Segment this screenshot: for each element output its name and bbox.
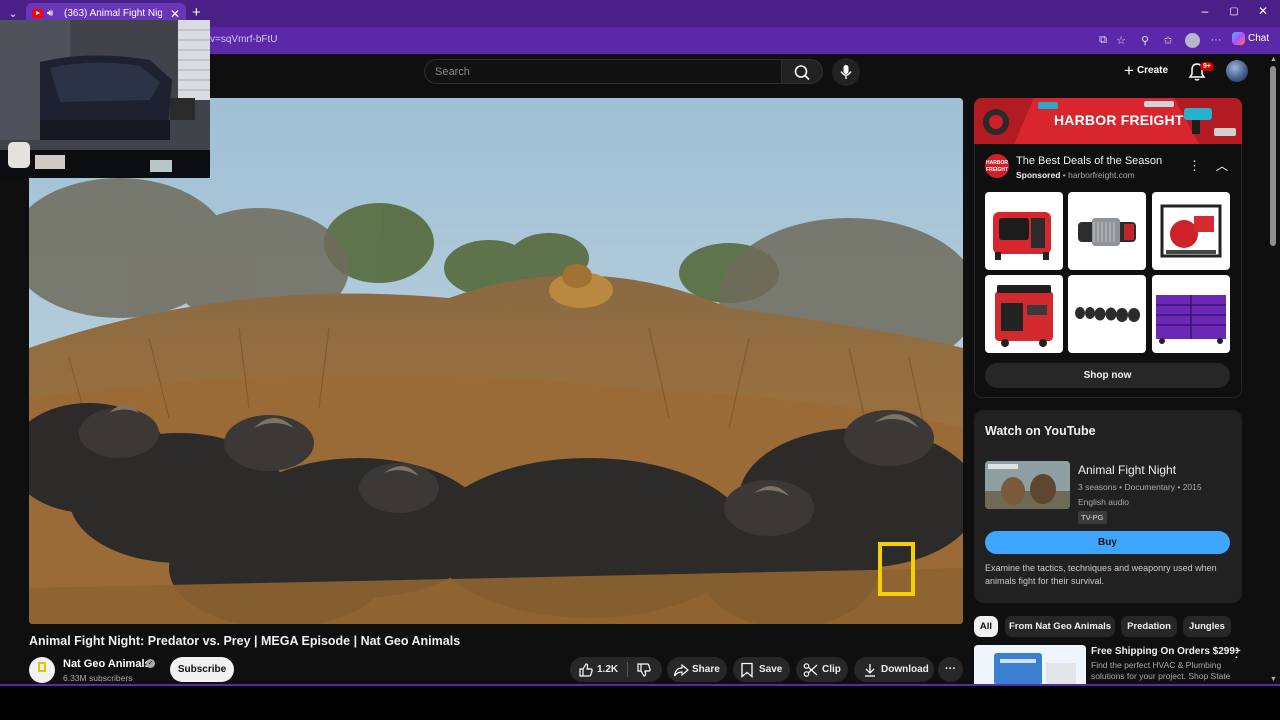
more-actions-button[interactable]: ···	[938, 657, 963, 682]
ad2-title[interactable]: Free Shipping On Orders $299+	[1091, 646, 1241, 657]
advertiser-logo[interactable]: HARBOR FREIGHT	[985, 154, 1009, 178]
product-generator-red[interactable]	[985, 192, 1063, 270]
verified-check-icon: ✓	[146, 659, 155, 668]
chip-from-nat-geo-animals[interactable]: From Nat Geo Animals	[1005, 616, 1115, 637]
shop-now-button[interactable]: Shop now	[985, 363, 1230, 388]
water-pump-icon	[1160, 204, 1222, 258]
copilot-icon	[1232, 32, 1245, 45]
share-label: Share	[692, 664, 720, 675]
sponsored-label: Sponsored	[1016, 170, 1061, 180]
product-socket-set[interactable]	[1068, 275, 1146, 353]
download-button[interactable]: Download	[854, 657, 934, 682]
copilot-chat-button[interactable]: Chat	[1232, 32, 1269, 45]
minimize-button[interactable]: –	[1195, 4, 1215, 18]
download-icon	[865, 664, 875, 677]
like-dislike-pill: 1.2K	[570, 657, 662, 682]
bookmark-icon	[741, 662, 753, 678]
content-rating-badge: TV-PG	[1078, 511, 1107, 524]
show-title[interactable]: Animal Fight Night	[1078, 463, 1176, 477]
youtube-favicon-icon	[32, 9, 43, 18]
save-label: Save	[759, 664, 783, 675]
winch-icon	[1078, 218, 1136, 246]
thumbs-up-icon	[579, 663, 593, 677]
chat-label: Chat	[1248, 33, 1270, 45]
webcam-overlay	[0, 20, 210, 178]
ad-banner-image[interactable]: HARBOR FREIGHT	[974, 98, 1242, 144]
hvac-product-image	[974, 645, 1086, 685]
chip-jungles[interactable]: Jungles	[1183, 616, 1231, 637]
product-inverter-generator[interactable]	[985, 275, 1063, 353]
create-label: Create	[1136, 65, 1169, 76]
ad-domain: harborfreight.com	[1068, 170, 1135, 180]
microphone-icon	[840, 65, 852, 79]
ad-more-options-icon[interactable]: ⋮	[1188, 158, 1201, 174]
scroll-up-arrow-icon[interactable]: ▲	[1270, 56, 1277, 63]
chip-predation[interactable]: Predation	[1121, 616, 1177, 637]
chevron-up-icon[interactable]: ︿	[1216, 157, 1228, 174]
restore-button[interactable]: ▢	[1224, 6, 1244, 17]
account-avatar[interactable]	[1226, 60, 1248, 82]
browser-menu-icon[interactable]: ···	[1209, 34, 1223, 46]
show-thumbnail-image	[985, 461, 1070, 509]
ad-banner-brand: HARBOR FREIGHT	[1054, 112, 1184, 128]
favorites-icon[interactable]: ✩	[1161, 34, 1175, 47]
product-tool-chest[interactable]	[1152, 275, 1230, 353]
video-title: Animal Fight Night: Predator vs. Prey | …	[29, 634, 461, 648]
nat-geo-logo-icon	[38, 662, 46, 672]
plus-icon: +	[1124, 61, 1134, 80]
show-meta: 3 seasons • Documentary • 2015	[1078, 482, 1202, 492]
new-tab-button[interactable]: +	[192, 4, 201, 21]
clip-label: Clip	[822, 664, 841, 675]
search-input[interactable]	[435, 60, 765, 83]
watch-on-youtube-heading: Watch on YouTube	[985, 424, 1096, 438]
show-audio: English audio	[1078, 497, 1130, 507]
dislike-button[interactable]	[628, 657, 662, 682]
taskbar	[0, 686, 1280, 720]
subscriber-count: 6.33M subscribers	[63, 673, 133, 683]
browser-profile-avatar[interactable]	[1185, 33, 1200, 48]
show-description: Examine the tactics, techniques and weap…	[985, 563, 1217, 586]
scrollbar-thumb[interactable]	[1270, 66, 1276, 246]
download-label: Download	[881, 664, 929, 675]
scissors-icon	[803, 663, 818, 677]
ad-title[interactable]: The Best Deals of the Season	[1016, 155, 1162, 167]
inverter-generator-icon	[995, 285, 1053, 347]
scroll-down-arrow-icon[interactable]: ▼	[1270, 676, 1277, 683]
like-count: 1.2K	[597, 664, 619, 675]
product-winch[interactable]	[1068, 192, 1146, 270]
split-screen-icon[interactable]: ⧉	[1096, 34, 1110, 47]
generator-icon	[993, 212, 1051, 260]
share-icon	[673, 663, 689, 677]
close-window-button[interactable]: ✕	[1253, 4, 1273, 18]
extensions-icon[interactable]: ⚲	[1138, 34, 1152, 47]
channel-avatar[interactable]	[29, 657, 55, 683]
subscribe-button[interactable]: Subscribe	[170, 657, 234, 682]
channel-name[interactable]: Nat Geo Animals	[63, 658, 151, 670]
share-button[interactable]: Share	[667, 657, 727, 682]
socket-set-icon	[1075, 307, 1140, 322]
search-button[interactable]	[781, 59, 823, 84]
like-button[interactable]: 1.2K	[570, 657, 627, 682]
favorite-star-icon[interactable]: ☆	[1114, 34, 1128, 47]
tool-chest-icon	[1156, 295, 1226, 344]
product-water-pump[interactable]	[1152, 192, 1230, 270]
chip-all[interactable]: All	[974, 616, 998, 637]
clip-button[interactable]: Clip	[796, 657, 848, 682]
voice-search-button[interactable]	[832, 58, 860, 86]
show-thumbnail[interactable]	[985, 461, 1070, 509]
save-button[interactable]: Save	[733, 657, 790, 682]
search-box	[424, 59, 781, 84]
thumbs-down-icon	[637, 663, 651, 677]
notification-count-badge: 9+	[1200, 62, 1214, 71]
create-button[interactable]: + Create	[1116, 58, 1176, 84]
ad2-thumbnail[interactable]	[974, 645, 1086, 685]
ad-card	[974, 144, 1242, 398]
search-icon	[794, 65, 810, 81]
buy-button[interactable]: Buy	[985, 531, 1230, 554]
ad-sponsored-line: Sponsored • harborfreight.com	[1016, 170, 1135, 180]
url-text[interactable]: v=sqVmrf-bFtU	[210, 34, 278, 45]
ad2-more-options-icon[interactable]: ⋮	[1230, 645, 1243, 661]
ad2-description: Find the perfect HVAC & Plumbing solutio…	[1091, 660, 1231, 681]
